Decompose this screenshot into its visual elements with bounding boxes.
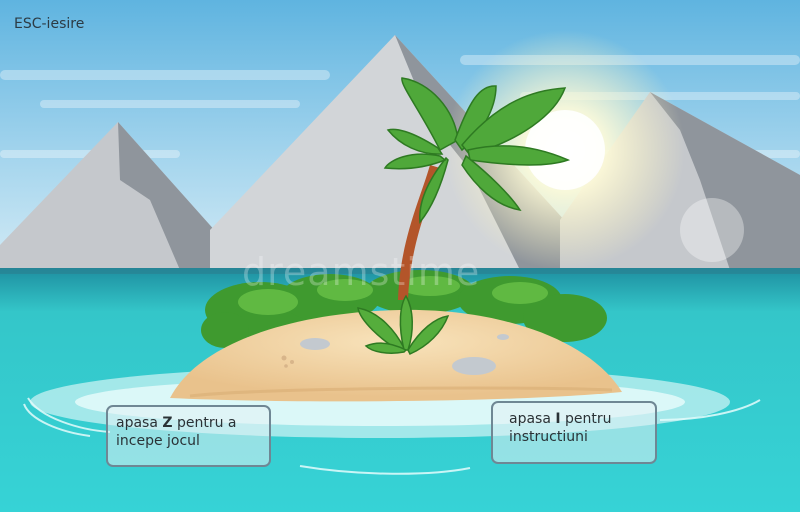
watermark: dreamstime <box>242 250 481 294</box>
start-button-line2: incepe jocul <box>116 433 200 449</box>
start-button-line1: apasa Z pentru a <box>116 415 237 431</box>
start-game-button[interactable]: apasa Z pentru a incepe jocul <box>106 405 271 467</box>
exit-hint: ESC-iesire <box>14 16 85 32</box>
game-scene: dreamstime ESC-iesire apasa Z pentru a i… <box>0 0 800 512</box>
start-key: Z <box>162 415 173 431</box>
instructions-button[interactable]: apasa I pentru instructiuni <box>491 401 657 464</box>
lens-flare <box>680 198 744 262</box>
help-button-line2: instructiuni <box>509 429 588 445</box>
help-button-line1: apasa I pentru <box>509 411 612 427</box>
